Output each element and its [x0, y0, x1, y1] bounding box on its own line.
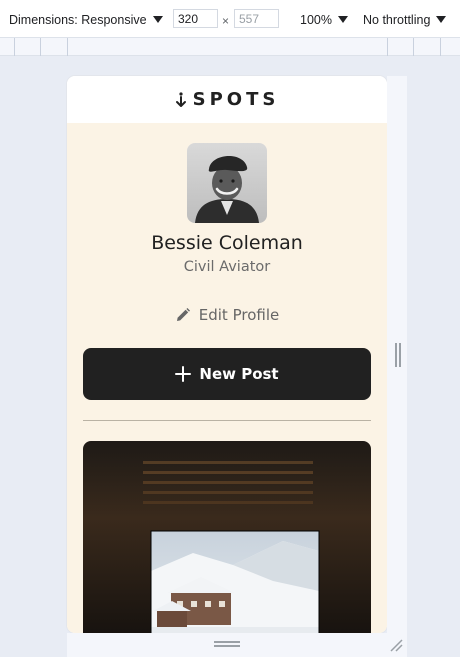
post-card-image[interactable]: [83, 441, 371, 633]
avatar: [187, 143, 267, 223]
new-post-button[interactable]: New Post: [83, 348, 371, 400]
edit-profile-button[interactable]: Edit Profile: [67, 306, 387, 324]
width-input[interactable]: [173, 9, 218, 28]
height-input[interactable]: [234, 9, 279, 28]
profile-role: Civil Aviator: [183, 259, 271, 275]
chevron-down-icon: [436, 16, 447, 23]
profile-name: Bessie Coleman: [151, 232, 303, 254]
dimensions-label: Dimensions: Responsive: [9, 13, 147, 27]
site-header: SPOTS: [67, 76, 387, 123]
chevron-down-icon: [337, 16, 348, 23]
logo-mark-icon: [175, 91, 186, 107]
height-resize-handle[interactable]: [214, 641, 240, 647]
zoom-label: 100%: [300, 13, 332, 27]
edit-profile-label: Edit Profile: [198, 306, 280, 324]
new-post-label: New Post: [199, 365, 279, 383]
plus-icon: [175, 366, 192, 382]
zoom-dropdown[interactable]: 100%: [300, 13, 348, 27]
post-photo: [83, 441, 371, 633]
profile-section: Bessie Coleman Civil Aviator Edit Profil…: [67, 123, 387, 633]
logo-text: SPOTS: [192, 89, 280, 110]
throttling-dropdown[interactable]: No throttling: [363, 13, 447, 27]
media-query-ruler[interactable]: [0, 38, 460, 56]
divider: [83, 420, 371, 421]
width-resize-handle[interactable]: [395, 343, 401, 367]
corner-resize-icon[interactable]: [389, 638, 403, 652]
avatar-photo: [187, 143, 267, 223]
pencil-icon: [176, 308, 190, 321]
times-separator: ×: [222, 14, 230, 28]
chevron-down-icon: [152, 16, 163, 23]
devtools-device-toolbar: Dimensions: Responsive × 100% No throttl…: [0, 0, 460, 38]
site-logo[interactable]: SPOTS: [175, 89, 280, 110]
dimensions-dropdown[interactable]: Dimensions: Responsive: [9, 13, 163, 27]
throttling-label: No throttling: [363, 13, 431, 27]
device-viewport: SPOTS Bessie Coleman Civil Aviator Edit …: [67, 76, 387, 633]
